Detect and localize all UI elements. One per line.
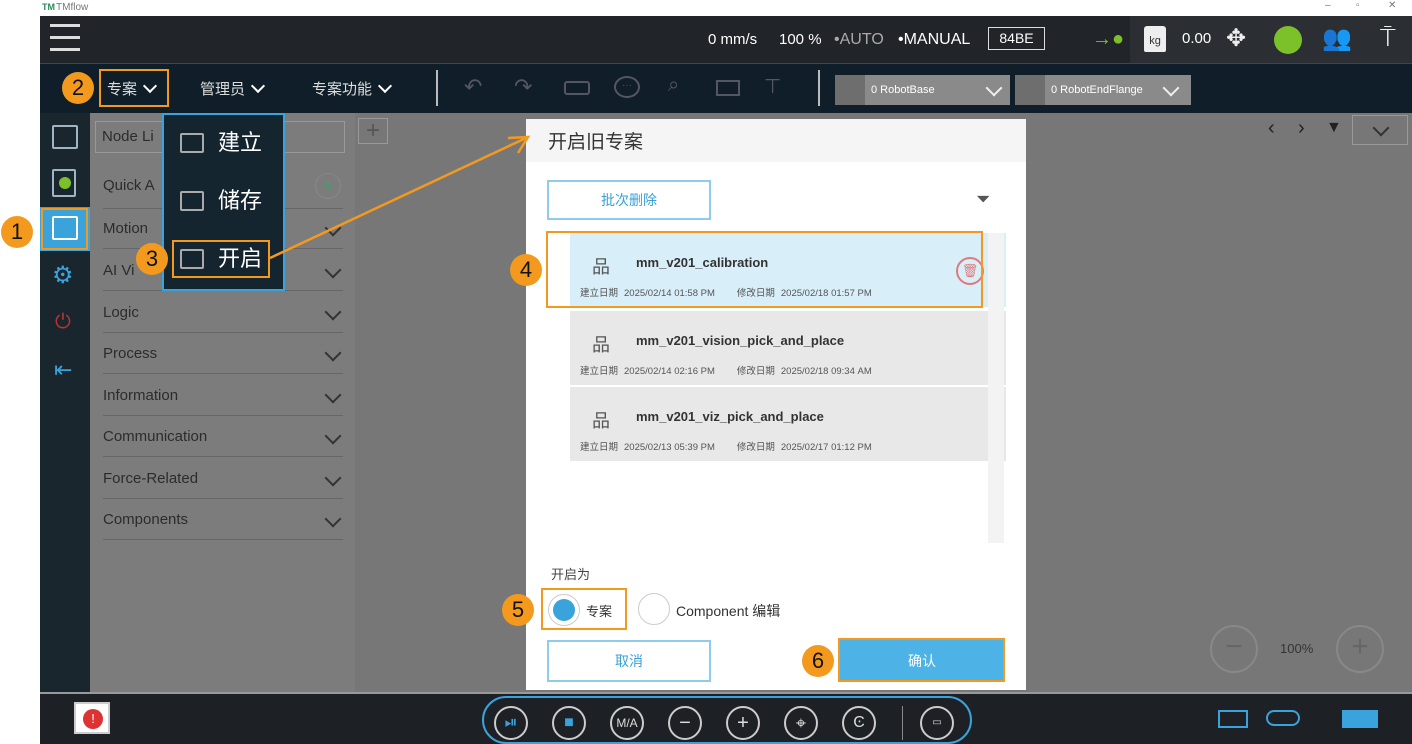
highlight-box xyxy=(172,240,270,278)
highlight-box xyxy=(99,69,169,107)
annotation-badge: 5 xyxy=(502,594,534,626)
highlight-box xyxy=(41,208,88,250)
highlight-box xyxy=(546,231,983,308)
annotation-badge: 2 xyxy=(62,72,94,104)
annotation-badge: 6 xyxy=(802,645,834,677)
annotation-badge: 1 xyxy=(1,216,33,248)
highlight-box xyxy=(838,638,1005,682)
annotation-badge: 4 xyxy=(510,254,542,286)
annotation-arrow xyxy=(269,135,531,260)
annotation-badge: 3 xyxy=(136,243,168,275)
highlight-box xyxy=(541,588,627,630)
